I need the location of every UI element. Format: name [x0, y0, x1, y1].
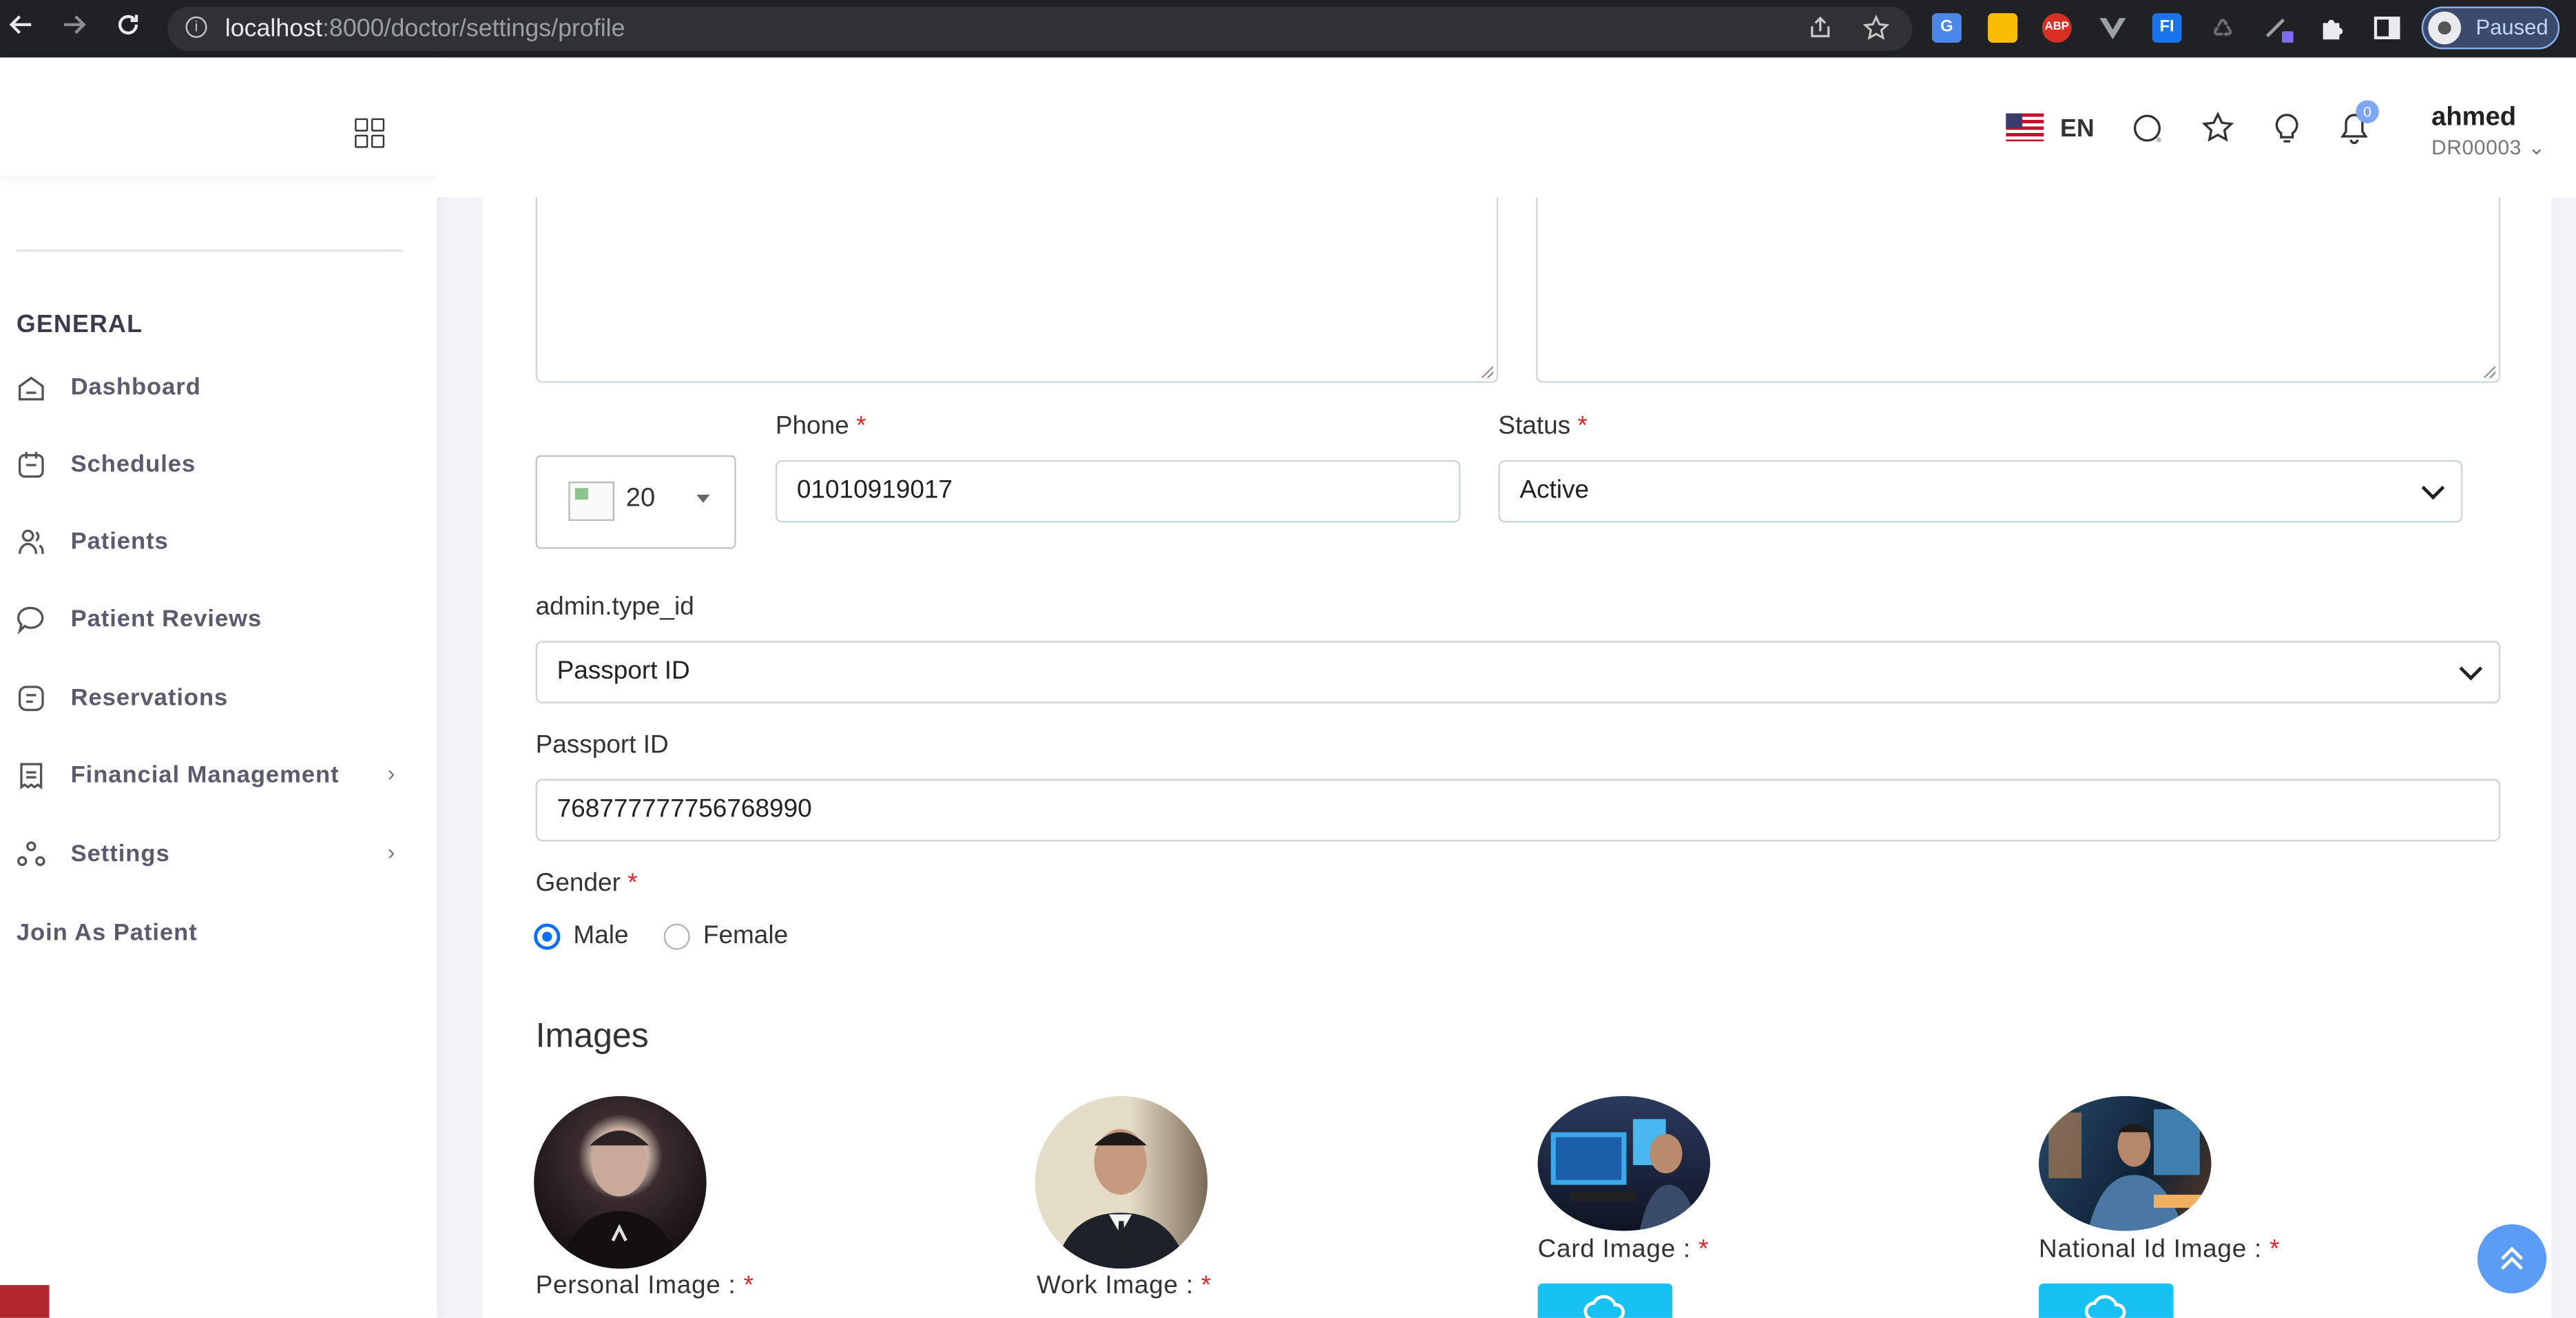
- lightbulb-icon[interactable]: [2270, 112, 2303, 145]
- country-flag-image: [568, 481, 615, 522]
- users-icon: [18, 529, 44, 554]
- notification-badge: 0: [2356, 100, 2379, 123]
- chevron-down-icon: ⌄: [2528, 136, 2546, 160]
- passport-id-label: Passport ID: [535, 731, 669, 759]
- theme-toggle-icon[interactable]: [2131, 112, 2164, 145]
- reservation-icon: [18, 686, 44, 712]
- sidebar-header: [0, 57, 437, 176]
- site-info-icon[interactable]: i: [185, 16, 207, 38]
- profile-paused-button[interactable]: Paused: [2421, 6, 2560, 50]
- phone-label: Phone *: [775, 412, 866, 441]
- sidebar-item-label: Financial Management: [70, 762, 340, 789]
- gender-male-label[interactable]: Male: [573, 922, 628, 951]
- us-flag-icon[interactable]: [2006, 113, 2044, 142]
- grid-menu-icon[interactable]: [355, 118, 385, 148]
- work-image[interactable]: [1035, 1095, 1208, 1269]
- adblock-icon[interactable]: ABP: [2042, 13, 2072, 43]
- gender-male-radio[interactable]: [534, 923, 561, 950]
- chevron-right-icon: ›: [387, 839, 395, 865]
- sidebar-item-label: Settings: [70, 841, 170, 868]
- status-select[interactable]: Active: [1498, 460, 2463, 523]
- sidebar-item-dashboard[interactable]: Dashboard: [0, 365, 437, 415]
- vue-devtools-icon[interactable]: [2098, 13, 2128, 43]
- user-code[interactable]: DR00003 ⌄: [2431, 135, 2546, 160]
- work-image-label: Work Image : *: [1037, 1272, 1212, 1300]
- user-name[interactable]: ahmed: [2431, 103, 2516, 133]
- cloud-upload-icon: [1583, 1295, 1625, 1318]
- dropdown-caret-icon: [696, 494, 710, 503]
- country-code-select[interactable]: 20: [535, 455, 736, 549]
- phone-input[interactable]: 01010919017: [775, 460, 1461, 523]
- fi-extension-icon[interactable]: FI: [2152, 13, 2182, 43]
- gender-label: Gender *: [535, 869, 638, 898]
- calendar-icon: [18, 451, 44, 478]
- address-bar[interactable]: i localhost:8000/doctor/settings/profile: [167, 6, 1913, 51]
- sidebar-item-label: Reservations: [70, 685, 229, 712]
- puzzle-icon[interactable]: [2318, 13, 2348, 43]
- sidebar-item-patient-reviews[interactable]: Patient Reviews: [0, 597, 437, 646]
- chevron-down-icon: [2459, 657, 2483, 681]
- home-icon: [18, 376, 44, 401]
- sidebar-item-label: Patients: [70, 529, 169, 556]
- user-code-text: DR00003: [2431, 136, 2522, 160]
- cloud-upload-icon: [2084, 1295, 2126, 1318]
- scroll-to-top-button[interactable]: [2477, 1224, 2547, 1294]
- language-selector[interactable]: EN: [2060, 115, 2095, 143]
- double-chevron-up-icon: [2500, 1246, 2523, 1270]
- sidebar-divider: [16, 249, 403, 251]
- status-label: Status *: [1498, 412, 1588, 441]
- chevron-down-icon: [2421, 476, 2445, 500]
- back-icon[interactable]: [8, 12, 34, 45]
- profile-avatar-icon: [2428, 11, 2462, 45]
- national-id-image[interactable]: [2039, 1095, 2212, 1231]
- passport-id-input[interactable]: 768777777756768990: [535, 779, 2501, 842]
- sidebar-corner-logo: [0, 1285, 50, 1318]
- country-code-value: 20: [625, 484, 656, 513]
- url-text[interactable]: localhost:8000/doctor/settings/profile: [225, 14, 625, 43]
- sidebar-item-financial-management[interactable]: Financial Management ›: [0, 752, 437, 802]
- type-id-select[interactable]: Passport ID: [535, 641, 2501, 703]
- sidebar-item-schedules[interactable]: Schedules: [0, 442, 437, 492]
- personal-image-label: Personal Image : *: [535, 1272, 754, 1300]
- personal-image[interactable]: [534, 1095, 707, 1269]
- textarea-left[interactable]: [535, 197, 1499, 383]
- forward-icon[interactable]: [61, 12, 87, 45]
- join-as-patient-link[interactable]: Join As Patient: [17, 920, 198, 947]
- sidepanel-icon[interactable]: [2372, 13, 2402, 43]
- profile-status-label: Paused: [2475, 14, 2548, 40]
- card-image-upload-button[interactable]: [1537, 1283, 1673, 1318]
- pen-extension-icon[interactable]: [2264, 13, 2294, 43]
- chevron-right-icon: ›: [387, 761, 395, 786]
- card-image-label: Card Image : *: [1537, 1235, 1709, 1264]
- sidebar-item-label: Schedules: [70, 451, 196, 479]
- national-id-image-label: National Id Image : *: [2039, 1235, 2281, 1264]
- reload-icon[interactable]: [115, 12, 141, 45]
- sidebar-section-title: GENERAL: [16, 310, 143, 339]
- sidebar-item-patients[interactable]: Patients: [0, 519, 437, 569]
- sidebar-item-label: Patient Reviews: [70, 606, 262, 633]
- google-translate-icon[interactable]: G: [1932, 13, 1962, 43]
- sidebar-item-settings[interactable]: Settings ›: [0, 832, 437, 881]
- keep-icon[interactable]: [1988, 13, 2018, 43]
- finance-icon: [20, 763, 43, 790]
- recycle-extension-icon[interactable]: ♺: [2208, 13, 2238, 43]
- browser-toolbar: i localhost:8000/doctor/settings/profile…: [0, 0, 2576, 58]
- bookmark-star-icon[interactable]: [1862, 14, 1890, 48]
- gender-female-label[interactable]: Female: [703, 922, 788, 951]
- sidebar-item-label: Dashboard: [70, 374, 201, 401]
- top-header: EN 0 ahmed DR00003 ⌄: [437, 57, 2576, 198]
- images-section-title: Images: [535, 1017, 649, 1056]
- settings-icon: [17, 841, 45, 867]
- card-image[interactable]: [1537, 1095, 1710, 1231]
- type-id-label: admin.type_id: [535, 593, 694, 621]
- sidebar: GENERAL Dashboard Schedules Patients Pat…: [0, 57, 437, 1318]
- gender-female-radio[interactable]: [663, 923, 690, 950]
- star-icon[interactable]: [2201, 112, 2234, 145]
- national-id-upload-button[interactable]: [2039, 1283, 2174, 1318]
- textarea-right[interactable]: [1536, 197, 2501, 383]
- share-icon[interactable]: [1807, 14, 1834, 48]
- chat-icon: [17, 606, 44, 635]
- sidebar-item-reservations[interactable]: Reservations: [0, 675, 437, 725]
